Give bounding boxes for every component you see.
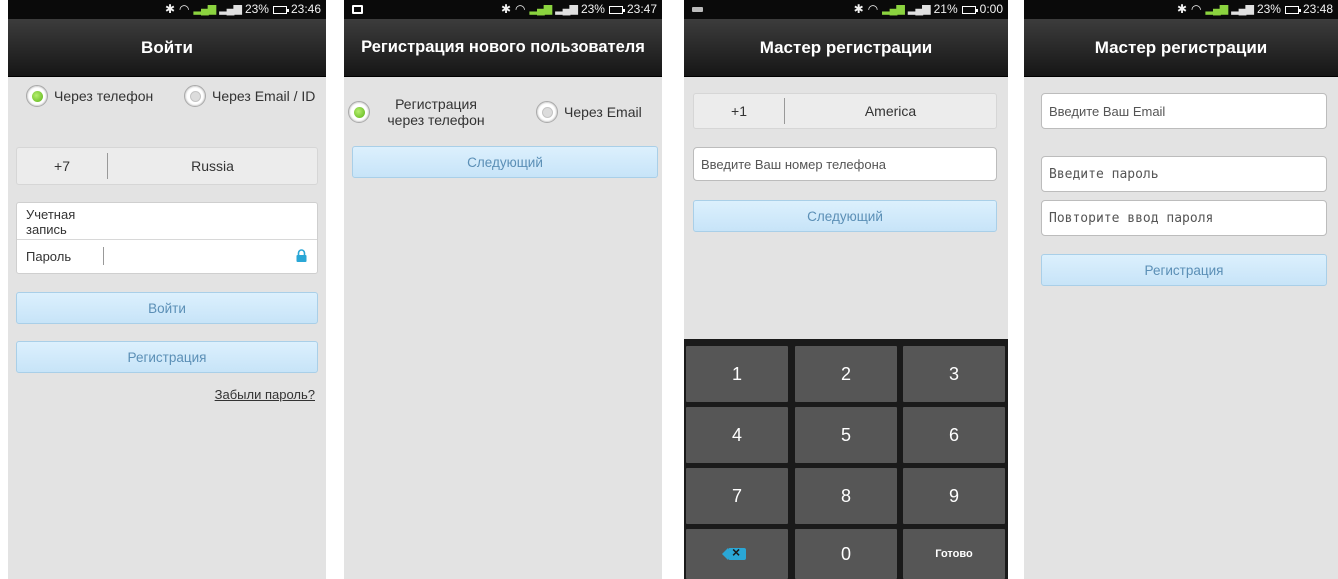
register-button[interactable]: Регистрация [1041,254,1327,286]
signal-icon: ▂▄▆ [529,3,553,15]
password-label: Пароль [26,249,72,264]
signal-secondary-icon: ▂▄▆ [555,3,578,15]
credentials-card: Учетная запись Пароль [16,202,318,274]
next-button[interactable]: Следующий [693,200,997,232]
repeat-password-input[interactable]: Повторите ввод пароля [1041,200,1327,236]
country-code: +7 [54,158,70,174]
message-icon [352,5,363,14]
battery-percent: 23% [244,2,269,16]
registration-screen: ✱ ◠ ▂▄▆ ▂▄▆ 23% 23:47 Регистрация нового… [344,0,662,579]
text-cursor [103,247,104,265]
key-1[interactable]: 1 [686,346,788,402]
battery-icon [1284,5,1301,14]
radio-phone[interactable]: Через телефон [26,85,153,107]
signal-icon: ▂▄▆ [1205,3,1229,15]
radio-phone-circle[interactable] [348,101,370,123]
signal-icon: ▂▄▆ [882,3,905,15]
key-7[interactable]: 7 [686,468,788,524]
key-8[interactable]: 8 [795,468,897,524]
page-title: Войти [8,19,326,77]
clock: 23:46 [290,2,321,16]
radio-email[interactable]: Через Email / ID [184,85,315,107]
battery-percent: 21% [933,2,958,16]
key-0[interactable]: 0 [795,529,897,579]
key-4[interactable]: 4 [686,407,788,463]
key-5[interactable]: 5 [795,407,897,463]
radio-email-circle[interactable] [536,101,558,123]
login-screen: ✱ ◠ ▂▄▆ ▂▄▆ 23% 23:46 Войти Через телефо… [8,0,326,579]
wifi-icon: ◠ [179,2,190,16]
lock-icon [296,249,307,262]
done-key[interactable]: Готово [903,529,1005,579]
page-title: Регистрация нового пользователя [344,19,662,77]
radio-phone-label: Регистрация через телефон [387,96,485,128]
page-title: Мастер регистрации [684,19,1008,77]
clock: 23:48 [1302,2,1333,16]
wifi-icon: ◠ [867,2,879,16]
signal-secondary-icon: ▂▄▆ [907,3,931,15]
register-button[interactable]: Регистрация [16,341,318,373]
page-title: Мастер регистрации [1024,19,1338,77]
radio-email-label: Через Email [564,104,642,120]
email-input[interactable]: Введите Ваш Email [1041,93,1327,129]
bluetooth-icon: ✱ [500,2,512,16]
country-code: +1 [731,103,747,119]
status-bar: ✱ ◠ ▂▄▆ ▂▄▆ 23% 23:47 [344,0,662,19]
account-input[interactable] [107,207,313,237]
key-6[interactable]: 6 [903,407,1005,463]
bluetooth-icon: ✱ [853,2,864,16]
phone-input[interactable]: Введите Ваш номер телефона [693,147,997,181]
key-9[interactable]: 9 [903,468,1005,524]
radio-phone-label: Через телефон [54,88,154,104]
backspace-key[interactable] [686,529,788,579]
signal-icon: ▂▄▆ [193,3,217,15]
battery-icon [272,5,289,14]
bluetooth-icon: ✱ [1176,2,1188,16]
wifi-icon: ◠ [515,2,526,16]
country-selector[interactable]: +1 America [693,93,997,129]
account-label: Учетная запись [26,207,76,237]
key-3[interactable]: 3 [903,346,1005,402]
clock: 23:47 [626,2,657,16]
battery-icon [608,5,625,14]
login-button[interactable]: Войти [16,292,318,324]
radio-email-label: Через Email / ID [212,88,316,104]
country-name: America [864,103,917,119]
key-2[interactable]: 2 [795,346,897,402]
next-button[interactable]: Следующий [352,146,658,178]
country-selector[interactable]: +7 Russia [16,147,318,185]
usb-icon [692,7,703,12]
radio-email[interactable]: Через Email [536,101,642,123]
radio-phone[interactable]: Регистрация через телефон [348,96,496,128]
backspace-icon [722,544,746,560]
divider [17,239,317,240]
radio-email-circle[interactable] [184,85,206,107]
password-input[interactable]: Введите пароль [1041,156,1327,192]
numeric-keypad: 1 2 3 4 5 6 7 8 9 0 Готово [684,339,1008,579]
signal-secondary-icon: ▂▄▆ [219,3,242,15]
battery-icon [961,5,978,14]
clock: 0:00 [979,2,1003,16]
wizard-email-screen: ✱ ◠ ▂▄▆ ▂▄▆ 23% 23:48 Мастер регистрации… [1024,0,1338,579]
wizard-phone-screen: ✱ ◠ ▂▄▆ ▂▄▆ 21% 0:00 Мастер регистрации … [684,0,1008,579]
battery-percent: 23% [1256,2,1281,16]
status-bar: ✱ ◠ ▂▄▆ ▂▄▆ 23% 23:48 [1024,0,1338,19]
signal-secondary-icon: ▂▄▆ [1231,3,1254,15]
bluetooth-icon: ✱ [164,2,176,16]
radio-phone-circle[interactable] [26,85,48,107]
battery-percent: 23% [580,2,605,16]
password-input[interactable] [107,241,287,273]
country-name: Russia [191,158,234,174]
status-bar: ✱ ◠ ▂▄▆ ▂▄▆ 21% 0:00 [684,0,1008,19]
forgot-password-link[interactable]: Забыли пароль? [215,387,315,402]
status-bar: ✱ ◠ ▂▄▆ ▂▄▆ 23% 23:46 [8,0,326,19]
wifi-icon: ◠ [1191,2,1202,16]
